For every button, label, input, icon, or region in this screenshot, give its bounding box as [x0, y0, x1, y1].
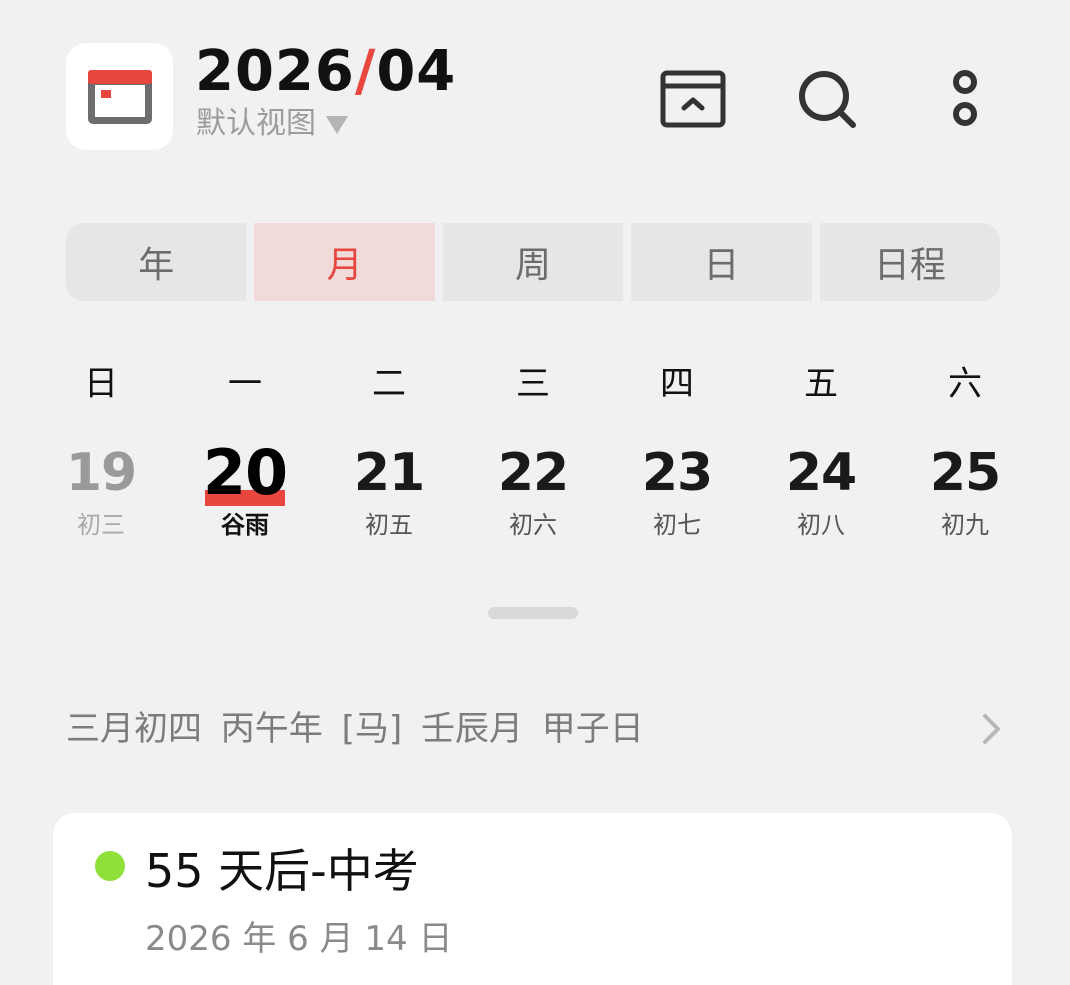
weekday-label: 日	[84, 364, 118, 404]
event-color-dot	[95, 851, 125, 881]
day-number: 22	[497, 443, 569, 503]
chevron-right-icon[interactable]	[976, 712, 1006, 746]
title-separator: /	[354, 39, 377, 104]
lunar-date: 初五	[365, 511, 413, 539]
title-month: 04	[376, 39, 457, 104]
tab-agenda[interactable]: 日程	[819, 223, 1001, 301]
weekday-label: 三	[516, 364, 550, 404]
weekday-label: 二	[372, 364, 406, 404]
lunar-date: 初三	[77, 511, 125, 539]
tab-month[interactable]: 月	[254, 223, 435, 301]
view-selector[interactable]: 默认视图	[196, 104, 348, 144]
weekday-label: 一	[228, 364, 262, 404]
event-title: 55 天后-中考	[145, 844, 419, 898]
lunar-date: 初六	[509, 511, 557, 539]
day-cell[interactable]: 25 初九	[893, 438, 1037, 542]
calendar-app-icon	[66, 43, 173, 150]
lunar-date: 初七	[653, 511, 701, 539]
lunar-info[interactable]: 三月初四 丙午年 [马] 壬辰月 甲子日	[66, 706, 644, 752]
today-number: 20	[202, 436, 288, 509]
event-date: 2026 年 6 月 14 日	[145, 919, 453, 959]
triangle-down-icon	[326, 116, 348, 134]
week-row: 19 初三 20 谷雨 21 初五 22 初六 23 初七 24 初八 25 初…	[29, 438, 1037, 542]
day-cell[interactable]: 23 初七	[605, 438, 749, 542]
day-number: 24	[785, 443, 857, 503]
event-card[interactable]: 55 天后-中考 2026 年 6 月 14 日	[53, 813, 1012, 985]
weekday-label: 六	[948, 364, 982, 404]
view-tabs: 年 月 周 日 日程	[66, 223, 1001, 301]
view-selector-label: 默认视图	[196, 106, 316, 141]
day-cell-today[interactable]: 20 谷雨	[173, 438, 317, 542]
day-number: 20	[202, 436, 288, 509]
search-icon[interactable]	[792, 64, 862, 134]
lunar-date: 谷雨	[221, 511, 269, 539]
day-number: 25	[929, 443, 1001, 503]
day-number: 19	[65, 443, 137, 503]
day-cell[interactable]: 22 初六	[461, 438, 605, 542]
drag-handle[interactable]	[488, 607, 578, 619]
tab-week[interactable]: 周	[442, 223, 624, 301]
weekday-header: 日 一 二 三 四 五 六	[29, 356, 1037, 405]
day-cell[interactable]: 21 初五	[317, 438, 461, 542]
tab-year[interactable]: 年	[66, 223, 247, 301]
day-number: 23	[641, 443, 713, 503]
day-cell[interactable]: 19 初三	[29, 438, 173, 542]
tab-day[interactable]: 日	[631, 223, 812, 301]
lunar-date: 初九	[941, 511, 989, 539]
lunar-date: 初八	[797, 511, 845, 539]
day-number: 21	[353, 443, 425, 503]
weekday-label: 五	[804, 364, 838, 404]
weekday-label: 四	[660, 364, 694, 404]
day-cell[interactable]: 24 初八	[749, 438, 893, 542]
title-year: 2026	[195, 39, 355, 104]
month-title[interactable]: 2026/04	[195, 40, 456, 104]
collapse-view-icon[interactable]	[658, 64, 728, 134]
more-options-icon[interactable]	[930, 64, 1000, 134]
